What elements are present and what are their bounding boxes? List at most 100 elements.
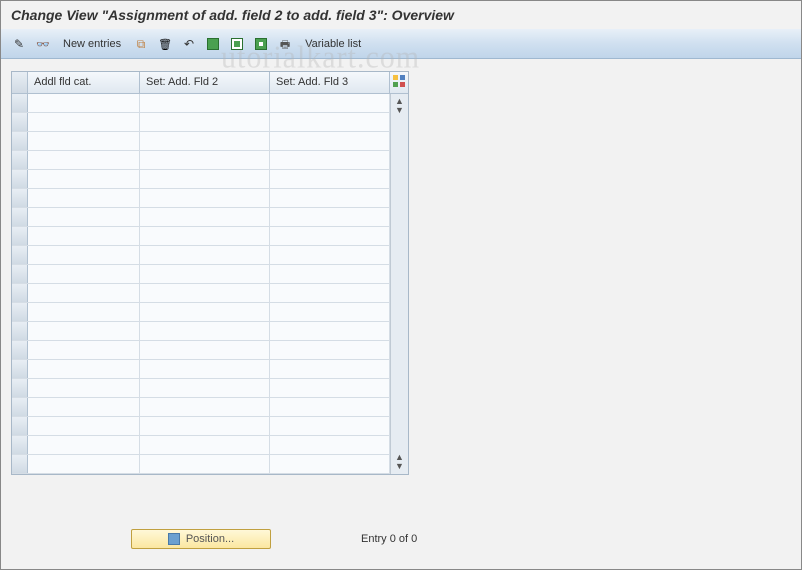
cell-set-add-fld-2[interactable] bbox=[140, 360, 270, 378]
cell-addl-fld-cat[interactable] bbox=[28, 170, 140, 188]
cell-set-add-fld-3[interactable] bbox=[270, 189, 390, 207]
cell-set-add-fld-3[interactable] bbox=[270, 284, 390, 302]
cell-addl-fld-cat[interactable] bbox=[28, 417, 140, 435]
variable-list-button[interactable]: Variable list bbox=[299, 34, 367, 54]
scroll-down-step-icon[interactable]: ▼ bbox=[395, 106, 404, 115]
cell-set-add-fld-3[interactable] bbox=[270, 246, 390, 264]
cell-addl-fld-cat[interactable] bbox=[28, 151, 140, 169]
column-header-addl-fld-cat[interactable]: Addl fld cat. bbox=[28, 72, 140, 93]
cell-addl-fld-cat[interactable] bbox=[28, 436, 140, 454]
cell-set-add-fld-3[interactable] bbox=[270, 436, 390, 454]
cell-addl-fld-cat[interactable] bbox=[28, 94, 140, 112]
column-header-set-add-fld-2[interactable]: Set: Add. Fld 2 bbox=[140, 72, 270, 93]
cell-addl-fld-cat[interactable] bbox=[28, 208, 140, 226]
edit-icon[interactable] bbox=[9, 34, 29, 54]
cell-set-add-fld-2[interactable] bbox=[140, 113, 270, 131]
cell-set-add-fld-2[interactable] bbox=[140, 132, 270, 150]
cell-set-add-fld-2[interactable] bbox=[140, 227, 270, 245]
cell-set-add-fld-2[interactable] bbox=[140, 246, 270, 264]
cell-set-add-fld-3[interactable] bbox=[270, 113, 390, 131]
cell-set-add-fld-3[interactable] bbox=[270, 227, 390, 245]
cell-addl-fld-cat[interactable] bbox=[28, 360, 140, 378]
cell-addl-fld-cat[interactable] bbox=[28, 341, 140, 359]
row-selector[interactable] bbox=[12, 132, 28, 150]
row-selector[interactable] bbox=[12, 170, 28, 188]
row-selector[interactable] bbox=[12, 284, 28, 302]
cell-set-add-fld-3[interactable] bbox=[270, 341, 390, 359]
cell-set-add-fld-2[interactable] bbox=[140, 303, 270, 321]
scroll-down-icon[interactable]: ▼ bbox=[395, 462, 404, 471]
cell-set-add-fld-2[interactable] bbox=[140, 398, 270, 416]
row-selector[interactable] bbox=[12, 227, 28, 245]
cell-set-add-fld-3[interactable] bbox=[270, 151, 390, 169]
cell-set-add-fld-3[interactable] bbox=[270, 417, 390, 435]
cell-addl-fld-cat[interactable] bbox=[28, 265, 140, 283]
cell-set-add-fld-3[interactable] bbox=[270, 455, 390, 473]
cell-set-add-fld-2[interactable] bbox=[140, 265, 270, 283]
cell-set-add-fld-2[interactable] bbox=[140, 455, 270, 473]
cell-set-add-fld-2[interactable] bbox=[140, 284, 270, 302]
cell-set-add-fld-3[interactable] bbox=[270, 265, 390, 283]
cell-addl-fld-cat[interactable] bbox=[28, 132, 140, 150]
cell-addl-fld-cat[interactable] bbox=[28, 246, 140, 264]
position-button[interactable]: Position... bbox=[131, 529, 271, 549]
print-icon[interactable] bbox=[275, 34, 295, 54]
undo-icon[interactable] bbox=[179, 34, 199, 54]
cell-set-add-fld-3[interactable] bbox=[270, 303, 390, 321]
row-selector[interactable] bbox=[12, 322, 28, 340]
cell-set-add-fld-2[interactable] bbox=[140, 151, 270, 169]
deselect-all-icon[interactable] bbox=[251, 34, 271, 54]
cell-set-add-fld-3[interactable] bbox=[270, 94, 390, 112]
cell-addl-fld-cat[interactable] bbox=[28, 113, 140, 131]
cell-set-add-fld-2[interactable] bbox=[140, 341, 270, 359]
cell-set-add-fld-2[interactable] bbox=[140, 417, 270, 435]
cell-set-add-fld-3[interactable] bbox=[270, 322, 390, 340]
cell-addl-fld-cat[interactable] bbox=[28, 379, 140, 397]
cell-set-add-fld-2[interactable] bbox=[140, 170, 270, 188]
row-selector[interactable] bbox=[12, 189, 28, 207]
cell-set-add-fld-2[interactable] bbox=[140, 208, 270, 226]
cell-set-add-fld-3[interactable] bbox=[270, 398, 390, 416]
cell-set-add-fld-3[interactable] bbox=[270, 360, 390, 378]
vertical-scrollbar[interactable]: ▲ ▼ ▲ ▼ bbox=[390, 94, 408, 474]
cell-addl-fld-cat[interactable] bbox=[28, 303, 140, 321]
cell-set-add-fld-3[interactable] bbox=[270, 208, 390, 226]
row-selector[interactable] bbox=[12, 360, 28, 378]
cell-set-add-fld-2[interactable] bbox=[140, 189, 270, 207]
row-selector[interactable] bbox=[12, 94, 28, 112]
delete-icon[interactable] bbox=[155, 34, 175, 54]
copy-icon[interactable] bbox=[131, 34, 151, 54]
row-selector[interactable] bbox=[12, 436, 28, 454]
row-selector[interactable] bbox=[12, 379, 28, 397]
cell-set-add-fld-2[interactable] bbox=[140, 436, 270, 454]
cell-addl-fld-cat[interactable] bbox=[28, 455, 140, 473]
column-header-set-add-fld-3[interactable]: Set: Add. Fld 3 bbox=[270, 72, 390, 93]
select-block-icon[interactable] bbox=[227, 34, 247, 54]
cell-set-add-fld-3[interactable] bbox=[270, 170, 390, 188]
display-icon[interactable] bbox=[33, 34, 53, 54]
row-selector[interactable] bbox=[12, 417, 28, 435]
cell-addl-fld-cat[interactable] bbox=[28, 284, 140, 302]
cell-set-add-fld-2[interactable] bbox=[140, 322, 270, 340]
row-selector[interactable] bbox=[12, 341, 28, 359]
row-selector[interactable] bbox=[12, 113, 28, 131]
cell-addl-fld-cat[interactable] bbox=[28, 322, 140, 340]
row-selector[interactable] bbox=[12, 151, 28, 169]
row-selector[interactable] bbox=[12, 246, 28, 264]
cell-set-add-fld-3[interactable] bbox=[270, 379, 390, 397]
cell-addl-fld-cat[interactable] bbox=[28, 227, 140, 245]
row-selector[interactable] bbox=[12, 265, 28, 283]
new-entries-button[interactable]: New entries bbox=[57, 34, 127, 54]
cell-addl-fld-cat[interactable] bbox=[28, 398, 140, 416]
cell-addl-fld-cat[interactable] bbox=[28, 189, 140, 207]
configure-columns-button[interactable] bbox=[390, 72, 408, 93]
row-selector[interactable] bbox=[12, 303, 28, 321]
cell-set-add-fld-2[interactable] bbox=[140, 94, 270, 112]
row-selector[interactable] bbox=[12, 398, 28, 416]
cell-set-add-fld-3[interactable] bbox=[270, 132, 390, 150]
row-selector[interactable] bbox=[12, 208, 28, 226]
row-selector[interactable] bbox=[12, 455, 28, 473]
select-all-icon[interactable] bbox=[203, 34, 223, 54]
table-row bbox=[12, 417, 390, 436]
cell-set-add-fld-2[interactable] bbox=[140, 379, 270, 397]
